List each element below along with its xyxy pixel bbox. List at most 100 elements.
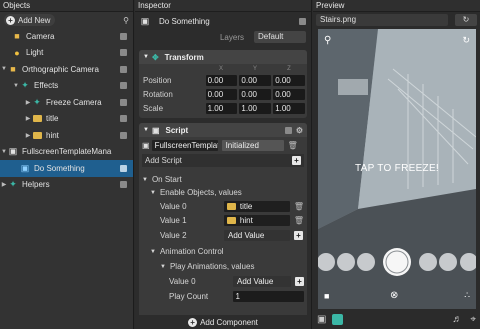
layers-dropdown[interactable]: Default: [254, 31, 306, 43]
camera-icon: ■: [14, 31, 20, 42]
visibility-checkbox[interactable]: [120, 98, 127, 106]
tree-item-orthographic-camera[interactable]: ▼ ■ Orthographic Camera: [0, 61, 133, 78]
speaker-icon[interactable]: ♬: [452, 314, 462, 325]
tree-item-title[interactable]: ▶ title: [0, 111, 133, 128]
axis-z-label: Z: [287, 65, 291, 72]
visibility-checkbox[interactable]: [120, 49, 127, 57]
anim-add-value-field[interactable]: Add Value: [233, 276, 291, 287]
script-component: ▼ ▣ Script ⚙ ▣ FullscreenTemplate Initia…: [139, 123, 307, 319]
position-x-field[interactable]: 0.00: [205, 74, 238, 86]
enable-objects-row[interactable]: ▼ Enable Objects, values: [150, 186, 242, 199]
scale-x-field[interactable]: 1.00: [205, 102, 238, 114]
flip-camera-icon[interactable]: ↻: [462, 35, 470, 46]
refresh-icon[interactable]: ↻: [455, 14, 477, 26]
value-1-label: Value 1: [160, 216, 187, 225]
script-icon: ▣: [151, 125, 160, 135]
play-animations-label: Play Animations, values: [169, 262, 255, 271]
script-state-dropdown[interactable]: Initialized: [221, 140, 284, 151]
visibility-checkbox[interactable]: [120, 164, 127, 172]
anim-add-value-button[interactable]: +: [295, 277, 304, 286]
tree-item-light[interactable]: ● Light: [0, 45, 133, 62]
position-y-field[interactable]: 0.00: [239, 74, 272, 86]
snapchat-search-icon[interactable]: ⚲: [324, 35, 331, 46]
trash-icon[interactable]: 🗑: [294, 202, 304, 211]
tree-item-fullscreen-template[interactable]: ▼ ▣ FullscreenTemplateMana: [0, 144, 133, 161]
visibility-checkbox[interactable]: [120, 181, 127, 189]
expand-caret-icon[interactable]: ▼: [12, 83, 20, 89]
on-start-label: On Start: [151, 175, 182, 184]
expand-caret-icon[interactable]: ▼: [0, 66, 8, 72]
value-1-object: hint: [239, 216, 253, 225]
animation-control-row[interactable]: ▼ Animation Control: [150, 245, 224, 258]
tree-item-effects[interactable]: ▼ ✦ Effects: [0, 78, 133, 95]
add-new-button[interactable]: + Add New: [4, 14, 56, 26]
expand-caret-icon[interactable]: ▶: [24, 115, 32, 122]
collapse-caret-icon[interactable]: ▼: [142, 177, 148, 183]
visibility-checkbox[interactable]: [120, 115, 127, 123]
collapse-caret-icon[interactable]: ▼: [150, 190, 156, 196]
on-start-row[interactable]: ▼ On Start: [142, 173, 182, 186]
chat-icon[interactable]: ■: [324, 291, 329, 301]
tree-item-freeze-camera[interactable]: ▶ ✦ Freeze Camera: [0, 94, 133, 111]
collapse-caret-icon[interactable]: ▼: [143, 127, 149, 133]
add-value-field[interactable]: Add Value: [224, 230, 290, 241]
tree-item-hint[interactable]: ▶ hint: [0, 127, 133, 144]
scale-y-field[interactable]: 1.00: [239, 102, 272, 114]
play-animations-row[interactable]: ▼ Play Animations, values: [160, 260, 254, 273]
enabled-checkbox[interactable]: [299, 17, 306, 25]
collapse-caret-icon[interactable]: ▼: [160, 264, 166, 270]
scale-row: Scale 1.00 1.00 1.00: [139, 101, 307, 115]
expand-caret-icon[interactable]: ▶: [0, 181, 8, 188]
object-name[interactable]: Do Something: [159, 17, 210, 26]
stories-icon[interactable]: ∴: [464, 290, 470, 301]
script-asset-field[interactable]: FullscreenTemplate: [151, 140, 218, 151]
preview-viewport[interactable]: TAP TO FREEZE! ⚲ ↻ ■ ⊗ ∴: [318, 29, 476, 309]
trash-icon[interactable]: 🗑: [288, 141, 298, 150]
plus-icon: +: [188, 317, 198, 327]
collapse-caret-icon[interactable]: ▼: [143, 54, 149, 60]
expand-caret-icon[interactable]: ▶: [24, 132, 32, 139]
tree-item-camera[interactable]: ■ Camera: [0, 28, 133, 45]
tree-item-do-something[interactable]: ▣ Do Something: [0, 160, 133, 177]
tree-item-helpers[interactable]: ▶ ✦ Helpers: [0, 177, 133, 194]
search-icon[interactable]: ⚲: [123, 16, 129, 25]
add-component-button[interactable]: + Add Component: [135, 315, 311, 329]
rotation-y-field[interactable]: 0.00: [239, 88, 272, 100]
expand-caret-icon[interactable]: ▼: [0, 149, 8, 155]
folder-icon: [226, 217, 236, 224]
visibility-checkbox[interactable]: [120, 32, 127, 40]
preview-media-field[interactable]: Stairs.png: [316, 14, 448, 26]
collapse-caret-icon[interactable]: ▼: [150, 249, 156, 255]
expand-caret-icon[interactable]: ▶: [24, 99, 32, 106]
scale-z-field[interactable]: 1.00: [273, 102, 305, 114]
screenshot-icon[interactable]: ▣: [317, 314, 326, 325]
gear-icon[interactable]: ⚙: [296, 126, 303, 135]
device-mode-icon[interactable]: [332, 313, 344, 325]
folder-icon: [32, 130, 42, 140]
add-script-button[interactable]: +: [292, 156, 301, 165]
play-count-field[interactable]: 1: [232, 291, 304, 302]
value-1-field[interactable]: hint: [223, 215, 290, 226]
visibility-checkbox[interactable]: [120, 131, 127, 139]
value-1-row: Value 1 hint 🗑: [160, 214, 304, 227]
trash-icon[interactable]: 🗑: [294, 216, 304, 225]
crop-icon[interactable]: ⌖: [470, 314, 476, 325]
add-new-label: Add New: [18, 15, 51, 25]
add-value-button[interactable]: +: [294, 231, 303, 240]
add-script-row[interactable]: Add Script +: [142, 154, 304, 167]
value-0-field[interactable]: title: [223, 201, 290, 212]
rotation-z-field[interactable]: 0.00: [273, 88, 305, 100]
tree-item-label: FullscreenTemplateMana: [22, 147, 112, 157]
script-enabled-checkbox[interactable]: [284, 126, 292, 134]
tree-item-label: Effects: [34, 81, 59, 91]
rotation-x-field[interactable]: 0.00: [205, 88, 238, 100]
position-z-field[interactable]: 0.00: [273, 74, 305, 86]
add-script-label: Add Script: [145, 156, 182, 165]
visibility-checkbox[interactable]: [120, 82, 127, 90]
transform-header[interactable]: ▼ ✥ Transform: [139, 50, 307, 64]
preview-toolbar: Stairs.png ↻: [313, 12, 480, 28]
visibility-checkbox[interactable]: [120, 65, 127, 73]
layers-row: Layers Default: [135, 30, 311, 44]
script-header[interactable]: ▼ ▣ Script ⚙: [139, 123, 307, 137]
close-lens-icon[interactable]: ⊗: [390, 290, 398, 301]
